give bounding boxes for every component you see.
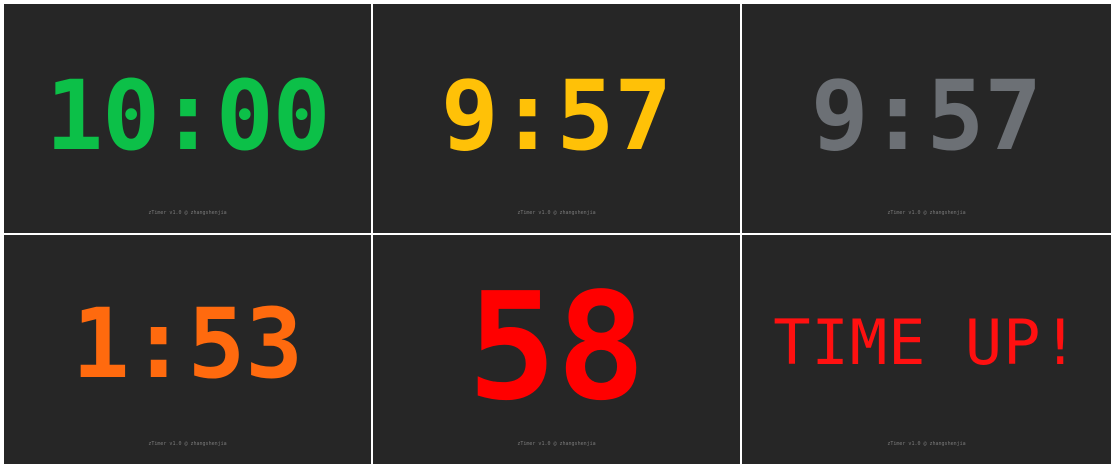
app-footer-credit: zTimer v1.0 @ zhangshenjia	[887, 210, 966, 216]
timer-screenshot-grid: 10:00 zTimer v1.0 @ zhangshenjia 9:57 zT…	[4, 4, 1111, 464]
timer-panel: TIME UP! zTimer v1.0 @ zhangshenjia	[742, 235, 1111, 464]
timer-display: 10:00	[45, 60, 331, 172]
timer-panel: 9:57 zTimer v1.0 @ zhangshenjia	[373, 4, 740, 233]
timer-display: 1:53	[71, 288, 304, 400]
app-footer-credit: zTimer v1.0 @ zhangshenjia	[887, 441, 966, 447]
timer-panel: 1:53 zTimer v1.0 @ zhangshenjia	[4, 235, 371, 464]
app-footer-credit: zTimer v1.0 @ zhangshenjia	[148, 441, 227, 447]
app-footer-credit: zTimer v1.0 @ zhangshenjia	[517, 441, 596, 447]
app-footer-credit: zTimer v1.0 @ zhangshenjia	[517, 210, 596, 216]
timer-panel: 58 zTimer v1.0 @ zhangshenjia	[373, 235, 740, 464]
timer-display: 9:57	[440, 60, 673, 172]
time-up-message: TIME UP!	[773, 306, 1080, 379]
timer-display: 58	[467, 261, 646, 433]
timer-display: 9:57	[810, 60, 1043, 172]
timer-panel: 9:57 zTimer v1.0 @ zhangshenjia	[742, 4, 1111, 233]
app-footer-credit: zTimer v1.0 @ zhangshenjia	[148, 210, 227, 216]
timer-panel: 10:00 zTimer v1.0 @ zhangshenjia	[4, 4, 371, 233]
